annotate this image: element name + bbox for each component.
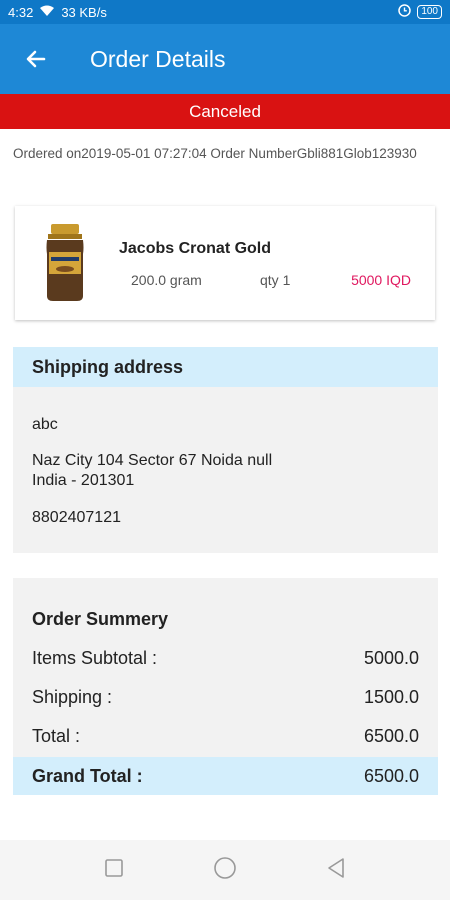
- arrow-left-icon: [26, 50, 46, 68]
- product-weight: 200.0 gram: [131, 272, 202, 288]
- page-title: Order Details: [90, 45, 226, 72]
- alarm-icon: [398, 4, 412, 20]
- shipping-address-heading: Shipping address: [13, 347, 438, 387]
- back-button[interactable]: [0, 24, 72, 94]
- app-bar: Order Details: [0, 24, 450, 94]
- circle-icon: [214, 856, 236, 879]
- grand-total-label: Grand Total :: [32, 765, 143, 786]
- square-icon: [105, 858, 124, 877]
- status-right: 100: [398, 4, 442, 20]
- order-status-banner: Canceled: [0, 94, 450, 129]
- shipping-address-section: Shipping address abc Naz City 104 Sector…: [13, 347, 438, 553]
- summary-row-grand-total: Grand Total : 6500.0: [13, 757, 438, 795]
- summary-row-subtotal: Items Subtotal : 5000.0: [13, 639, 438, 677]
- summary-value: 5000.0: [363, 647, 419, 668]
- back-nav-button[interactable]: [326, 857, 346, 884]
- summary-value: 6500.0: [363, 725, 419, 746]
- shipping-address-line2: India - 201301: [32, 472, 135, 489]
- wifi-icon: [39, 5, 55, 20]
- shipping-name: abc: [32, 416, 58, 433]
- status-left: 4:32 33 KB/s: [8, 5, 107, 20]
- summary-row-total: Total : 6500.0: [13, 717, 438, 755]
- status-time: 4:32: [8, 4, 34, 20]
- system-nav-bar: [0, 840, 450, 900]
- order-summary-section: Order Summery Items Subtotal : 5000.0 Sh…: [13, 578, 438, 795]
- grand-total-value: 6500.0: [363, 765, 419, 786]
- summary-row-shipping: Shipping : 1500.0: [13, 678, 438, 716]
- summary-label: Items Subtotal :: [32, 647, 158, 668]
- shipping-address-line1: Naz City 104 Sector 67 Noida null: [32, 452, 273, 469]
- summary-value: 1500.0: [363, 686, 419, 707]
- product-price: 5000 IQD: [351, 272, 411, 288]
- battery-icon: 100: [417, 5, 442, 19]
- status-bar: 4:32 33 KB/s 100: [0, 0, 450, 24]
- summary-label: Shipping :: [32, 686, 113, 707]
- recents-button[interactable]: [104, 858, 124, 883]
- shipping-phone: 8802407121: [32, 509, 121, 526]
- product-image: [45, 224, 85, 307]
- order-number-text: Order NumberGbli881Glob123930: [210, 146, 417, 161]
- product-name: Jacobs Cronat Gold: [119, 240, 272, 257]
- ordered-on-text: Ordered on2019-05-01 07:27:04: [13, 146, 207, 161]
- home-button[interactable]: [213, 856, 237, 885]
- network-speed: 33 KB/s: [61, 4, 107, 20]
- product-card[interactable]: Jacobs Cronat Gold 200.0 gram qty 1 5000…: [15, 206, 435, 320]
- triangle-back-icon: [327, 857, 344, 878]
- order-summary-heading: Order Summery: [32, 609, 169, 629]
- product-qty: qty 1: [260, 272, 291, 288]
- summary-label: Total :: [32, 725, 81, 746]
- order-meta: Ordered on2019-05-01 07:27:04 Order Numb…: [13, 145, 433, 162]
